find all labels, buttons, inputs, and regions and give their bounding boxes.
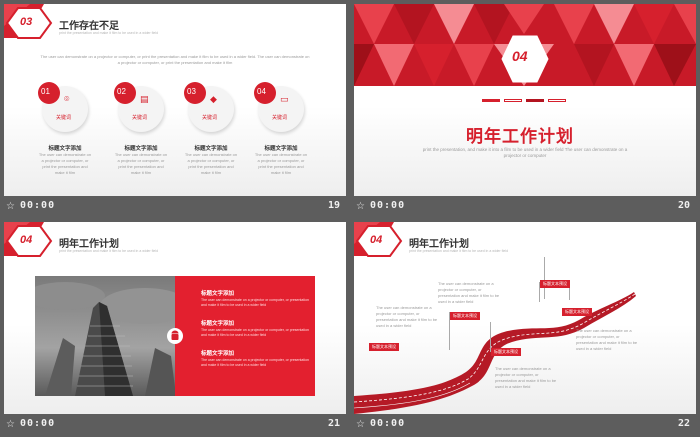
section-number: 04 bbox=[512, 48, 528, 64]
keyword-label: 关键词 bbox=[202, 115, 218, 121]
slide-canvas: 03 工作存在不足 print the presentation and mak… bbox=[4, 4, 346, 196]
page-title: 工作存在不足 bbox=[59, 21, 119, 32]
keyword-description: The user can demonstrate on a projector … bbox=[254, 152, 308, 175]
item-title: 标题文字添加 bbox=[201, 321, 235, 327]
keyword-title: 标题文字添加 bbox=[48, 146, 82, 152]
slide-timing: 00:00 bbox=[20, 418, 56, 429]
thumbnail-footer: ☆ 00:00 21 bbox=[4, 414, 346, 437]
keyword-number: 03 bbox=[187, 87, 196, 96]
keyword-number: 04 bbox=[257, 87, 266, 96]
keyword-description: The user can demonstrate on a projector … bbox=[184, 152, 238, 175]
progress-dashes bbox=[482, 99, 570, 102]
slide-canvas: 04 明年工作计划 print the presentation and mak… bbox=[4, 222, 346, 414]
milestone-text: The user can demonstrate on a projector … bbox=[376, 305, 438, 328]
keyword-number: 01 bbox=[41, 87, 50, 96]
slide-number: 21 bbox=[327, 418, 340, 429]
slide-timing: 00:00 bbox=[370, 200, 406, 211]
camera-icon: ⌾ bbox=[64, 95, 70, 105]
section-number: 03 bbox=[20, 16, 33, 28]
milestone-flag: 标题文本预设 bbox=[540, 280, 570, 288]
slide-number: 19 bbox=[327, 200, 340, 211]
slide-thumbnail-22[interactable]: 04 明年工作计划 print the presentation and mak… bbox=[354, 222, 696, 437]
transition-star-icon[interactable]: ☆ bbox=[6, 201, 15, 213]
transition-star-icon[interactable]: ☆ bbox=[356, 419, 365, 431]
keyword-circle-4: 04 ▭ 关键词 bbox=[254, 82, 308, 136]
slide-timing: 00:00 bbox=[370, 418, 406, 429]
keyword-label: 关键词 bbox=[272, 115, 288, 121]
keyword-description: The user can demonstrate on a projector … bbox=[38, 152, 92, 175]
slide-thumbnail-21[interactable]: 04 明年工作计划 print the presentation and mak… bbox=[4, 222, 346, 437]
item-description: The user can demonstrate on a projector … bbox=[201, 298, 309, 307]
slide-number: 22 bbox=[677, 418, 690, 429]
header-decoration bbox=[4, 4, 53, 39]
page-subtitle: print the presentation and make it film … bbox=[409, 249, 509, 253]
keyword-circle-1: 01 ⌾ 关键词 bbox=[38, 82, 92, 136]
keyword-label: 关键词 bbox=[132, 115, 148, 121]
section-description: print the presentation, and make it into… bbox=[422, 147, 628, 158]
keyword-title: 标题文字添加 bbox=[194, 146, 228, 152]
milestone-flag: 标题文本预设 bbox=[369, 343, 399, 351]
milestone-flag: 标题文本预设 bbox=[491, 348, 521, 356]
keyword-label: 关键词 bbox=[56, 115, 72, 121]
page-subtitle: print the presentation and make it film … bbox=[59, 249, 159, 253]
transition-star-icon[interactable]: ☆ bbox=[356, 201, 365, 213]
keyword-title: 标题文字添加 bbox=[264, 146, 298, 152]
item-title: 标题文字添加 bbox=[201, 291, 235, 297]
header-decoration bbox=[354, 222, 403, 257]
graduation-cap-icon: ◆ bbox=[210, 95, 217, 105]
flag-pole bbox=[544, 257, 545, 299]
slide-thumbnail-20[interactable]: 04 明年工作计划 print the presentation, and ma… bbox=[354, 4, 696, 219]
section-title: 明年工作计划 bbox=[466, 127, 574, 147]
keyword-description: The user can demonstrate on a projector … bbox=[114, 152, 168, 175]
milestone-flag: 标题文本预设 bbox=[562, 308, 592, 316]
page-title: 明年工作计划 bbox=[59, 239, 119, 250]
slide-canvas: 04 明年工作计划 print the presentation and mak… bbox=[354, 222, 696, 414]
keyword-circle-2: 02 ▤ 关键词 bbox=[114, 82, 168, 136]
transition-star-icon[interactable]: ☆ bbox=[6, 419, 15, 431]
milestone-text: The user can demonstrate on a projector … bbox=[576, 328, 638, 351]
building-photo bbox=[35, 276, 176, 396]
section-number: 04 bbox=[20, 234, 33, 246]
slide-canvas: 04 明年工作计划 print the presentation, and ma… bbox=[354, 4, 696, 196]
road-illustration bbox=[354, 292, 636, 414]
slide-timing: 00:00 bbox=[20, 200, 56, 211]
page-subtitle: print the presentation and make it film … bbox=[59, 31, 159, 35]
item-title: 标题文字添加 bbox=[201, 351, 235, 357]
section-number: 04 bbox=[370, 234, 383, 246]
slide-thumbnail-19[interactable]: 03 工作存在不足 print the presentation and mak… bbox=[4, 4, 346, 219]
page-title: 明年工作计划 bbox=[409, 239, 469, 250]
item-description: The user can demonstrate on a projector … bbox=[201, 328, 309, 337]
slide-number: 20 bbox=[677, 200, 690, 211]
milestone-flag: 标题文本预设 bbox=[450, 312, 480, 320]
content-panel: 标题文字添加 The user can demonstrate on a pro… bbox=[167, 276, 315, 396]
milestone-text: The user can demonstrate on a projector … bbox=[495, 366, 557, 389]
monitor-icon: ▭ bbox=[280, 95, 289, 105]
milestone-text: The user can demonstrate on a projector … bbox=[438, 281, 500, 304]
keyword-title: 标题文字添加 bbox=[124, 146, 158, 152]
keyword-circle-3: 03 ◆ 关键词 bbox=[184, 82, 238, 136]
newspaper-icon: ▤ bbox=[140, 95, 149, 105]
thumbnail-footer: ☆ 00:00 20 bbox=[354, 196, 696, 219]
thumbnail-footer: ☆ 00:00 19 bbox=[4, 196, 346, 219]
header-decoration bbox=[4, 222, 53, 257]
item-description: The user can demonstrate on a projector … bbox=[201, 358, 309, 367]
android-icon bbox=[167, 328, 183, 344]
thumbnail-footer: ☆ 00:00 22 bbox=[354, 414, 696, 437]
intro-text: The user can demonstrate on a projector … bbox=[40, 54, 310, 65]
keyword-number: 02 bbox=[117, 87, 126, 96]
